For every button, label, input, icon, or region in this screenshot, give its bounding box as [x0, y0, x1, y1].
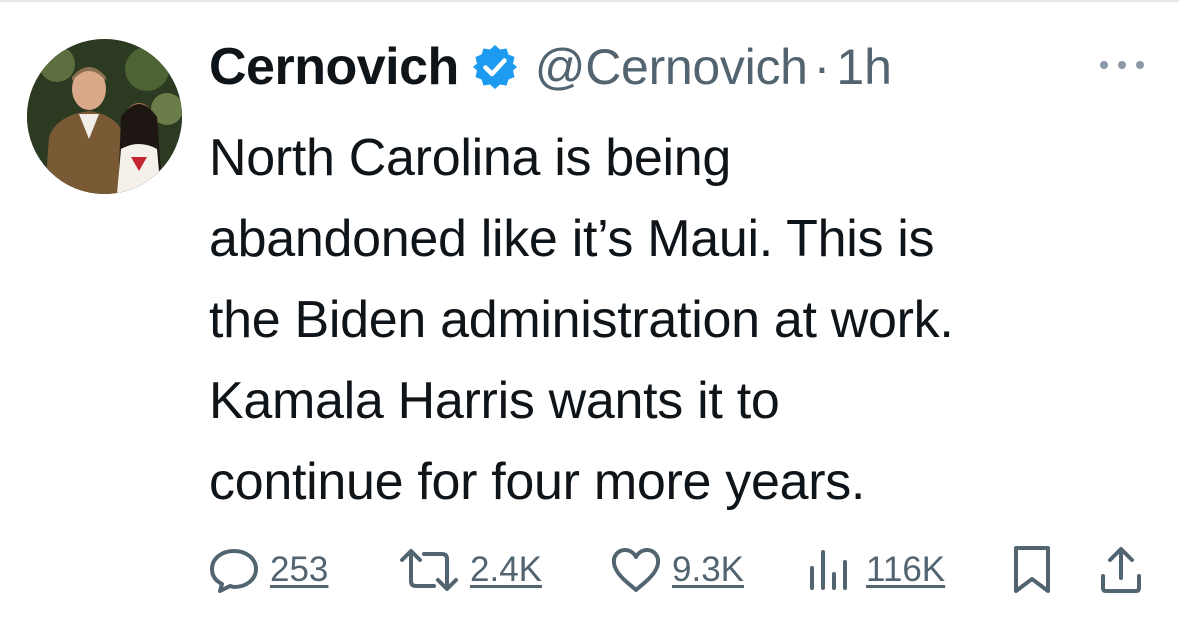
- more-dot-icon: [1136, 61, 1144, 69]
- reply-count[interactable]: 253: [270, 550, 328, 590]
- avatar-photo-icon: [27, 39, 182, 194]
- retweet-button[interactable]: 2.4K: [398, 540, 542, 600]
- share-icon: [1101, 547, 1141, 593]
- tweet-text-line: abandoned like it’s Maui. This is: [209, 210, 935, 268]
- views-button[interactable]: 116K: [806, 540, 945, 600]
- tweet[interactable]: Cernovich @Cernovich · 1h North Carolina…: [0, 0, 1179, 619]
- more-dot-icon: [1118, 61, 1126, 69]
- heart-icon: [611, 548, 661, 592]
- views-chart-icon: [810, 550, 847, 590]
- share-button[interactable]: [1098, 540, 1144, 600]
- like-button[interactable]: 9.3K: [610, 540, 744, 600]
- timestamp[interactable]: 1h: [836, 38, 892, 96]
- tweet-text-line: Kamala Harris wants it to: [209, 372, 780, 430]
- avatar[interactable]: [27, 39, 182, 194]
- like-count[interactable]: 9.3K: [672, 550, 744, 590]
- more-dot-icon: [1100, 61, 1108, 69]
- tweet-header: Cernovich @Cernovich · 1h: [209, 32, 892, 102]
- bookmark-icon: [1014, 546, 1050, 593]
- more-options-button[interactable]: [1092, 50, 1152, 80]
- tweet-text-line: North Carolina is being: [209, 129, 732, 187]
- reply-icon: [210, 549, 258, 593]
- separator-dot: ·: [813, 39, 831, 95]
- tweet-text-line: the Biden administration at work.: [209, 291, 954, 349]
- view-count[interactable]: 116K: [866, 550, 945, 590]
- retweet-icon: [400, 549, 458, 591]
- retweet-count[interactable]: 2.4K: [470, 550, 542, 590]
- verified-badge-icon: [471, 43, 519, 91]
- tweet-text-line: continue for four more years.: [209, 453, 866, 511]
- action-bar: 253 2.4K 9.3K 116K: [208, 540, 1158, 600]
- bookmark-button[interactable]: [1010, 540, 1054, 600]
- reply-button[interactable]: 253: [208, 540, 328, 600]
- author-handle[interactable]: @Cernovich: [535, 38, 808, 96]
- author-name[interactable]: Cernovich: [209, 37, 459, 97]
- tweet-text: North Carolina is being abandoned like i…: [209, 118, 1169, 523]
